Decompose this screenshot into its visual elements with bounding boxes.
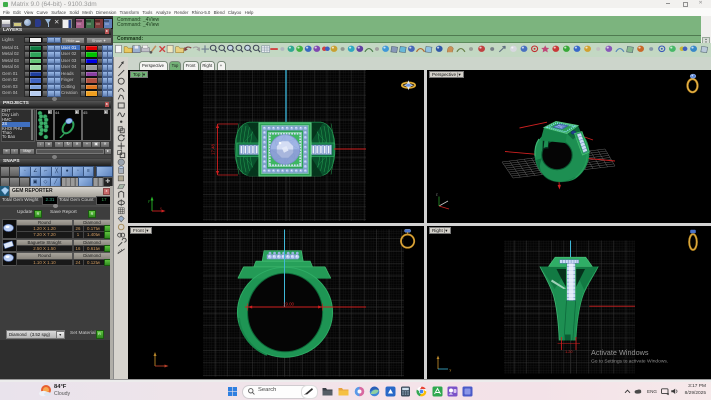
svg-text:17.48: 17.48 [211,143,216,155]
svg-text:z: z [436,193,438,197]
svg-text:y: y [450,368,452,372]
svg-text:y: y [148,199,150,203]
svg-text:Go to Settings to activate Win: Go to Settings to activate Windows. [591,359,668,365]
svg-text:1.20: 1.20 [565,350,572,354]
svg-text:x: x [160,207,162,211]
svg-text:19.00: 19.00 [283,302,295,307]
svg-text:Activate Windows: Activate Windows [591,348,649,357]
